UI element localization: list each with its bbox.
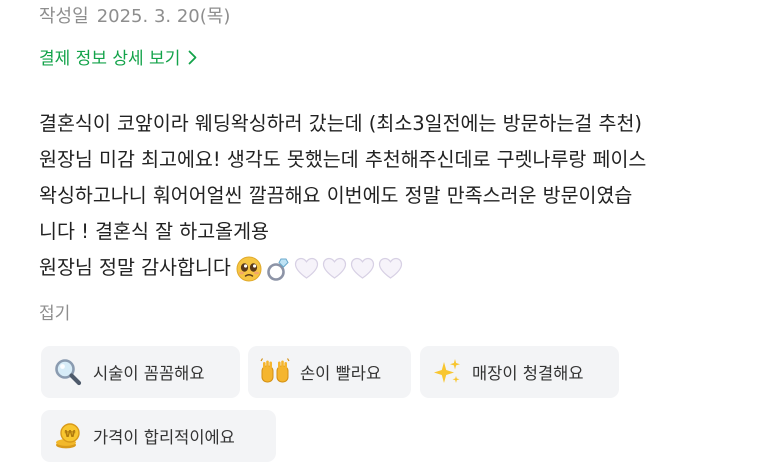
chevron-right-icon (188, 46, 197, 74)
review-line-last: 원장님 정말 감사합니다 (39, 250, 764, 286)
review-line: 왁싱하고나니 훠어어얼씬 깔끔해요 이번에도 정말 만족스러운 방문이였습 (39, 184, 633, 207)
white-heart-icon (293, 255, 320, 282)
keyword-chip-price: ₩ 가격이 합리적이에요 (41, 410, 276, 462)
chip-label: 매장이 청결해요 (472, 364, 584, 383)
coin-icon: ₩ (53, 421, 83, 451)
date-value: 2025. 3. 20(목) (96, 6, 231, 27)
magnifying-glass-icon (53, 357, 83, 387)
ring-icon (264, 255, 292, 283)
white-heart-icon (377, 255, 404, 282)
chip-label: 손이 빨라요 (300, 364, 382, 383)
pleading-face-icon (235, 255, 263, 283)
written-date: 작성일 2025. 3. 20(목) (39, 4, 230, 30)
svg-text:₩: ₩ (64, 429, 75, 440)
fold-button[interactable]: 접기 (39, 300, 70, 328)
review-line: 결혼식이 코앞이라 웨딩왁싱하러 갔는데 (최소3일전에는 방문하는걸 추천) (39, 112, 643, 135)
keyword-chip-thorough: 시술이 꼼꼼해요 (41, 346, 240, 398)
white-heart-icon (349, 255, 376, 282)
review-line-text: 원장님 정말 감사합니다 (39, 256, 231, 279)
sparkles-icon (432, 357, 462, 387)
raising-hands-icon (260, 357, 290, 387)
review-text: 결혼식이 코앞이라 웨딩왁싱하러 갔는데 (최소3일전에는 방문하는걸 추천) … (39, 106, 764, 286)
payment-detail-label: 결제 정보 상세 보기 (39, 49, 181, 69)
keyword-chip-fast: 손이 빨라요 (248, 346, 411, 398)
keyword-chip-clean: 매장이 청결해요 (420, 346, 619, 398)
emoji-row (235, 255, 404, 283)
review-line: 니다 ! 결혼식 잘 하고올게용 (39, 220, 269, 243)
white-heart-icon (321, 255, 348, 282)
payment-detail-link[interactable]: 결제 정보 상세 보기 (39, 44, 197, 74)
chip-label: 시술이 꼼꼼해요 (93, 364, 205, 383)
review-line: 원장님 미감 최고에요! 생각도 못했는데 추천해주신데로 구렛나루랑 페이스 (39, 148, 647, 171)
date-label: 작성일 (39, 6, 89, 27)
chip-label: 가격이 합리적이에요 (93, 428, 235, 447)
